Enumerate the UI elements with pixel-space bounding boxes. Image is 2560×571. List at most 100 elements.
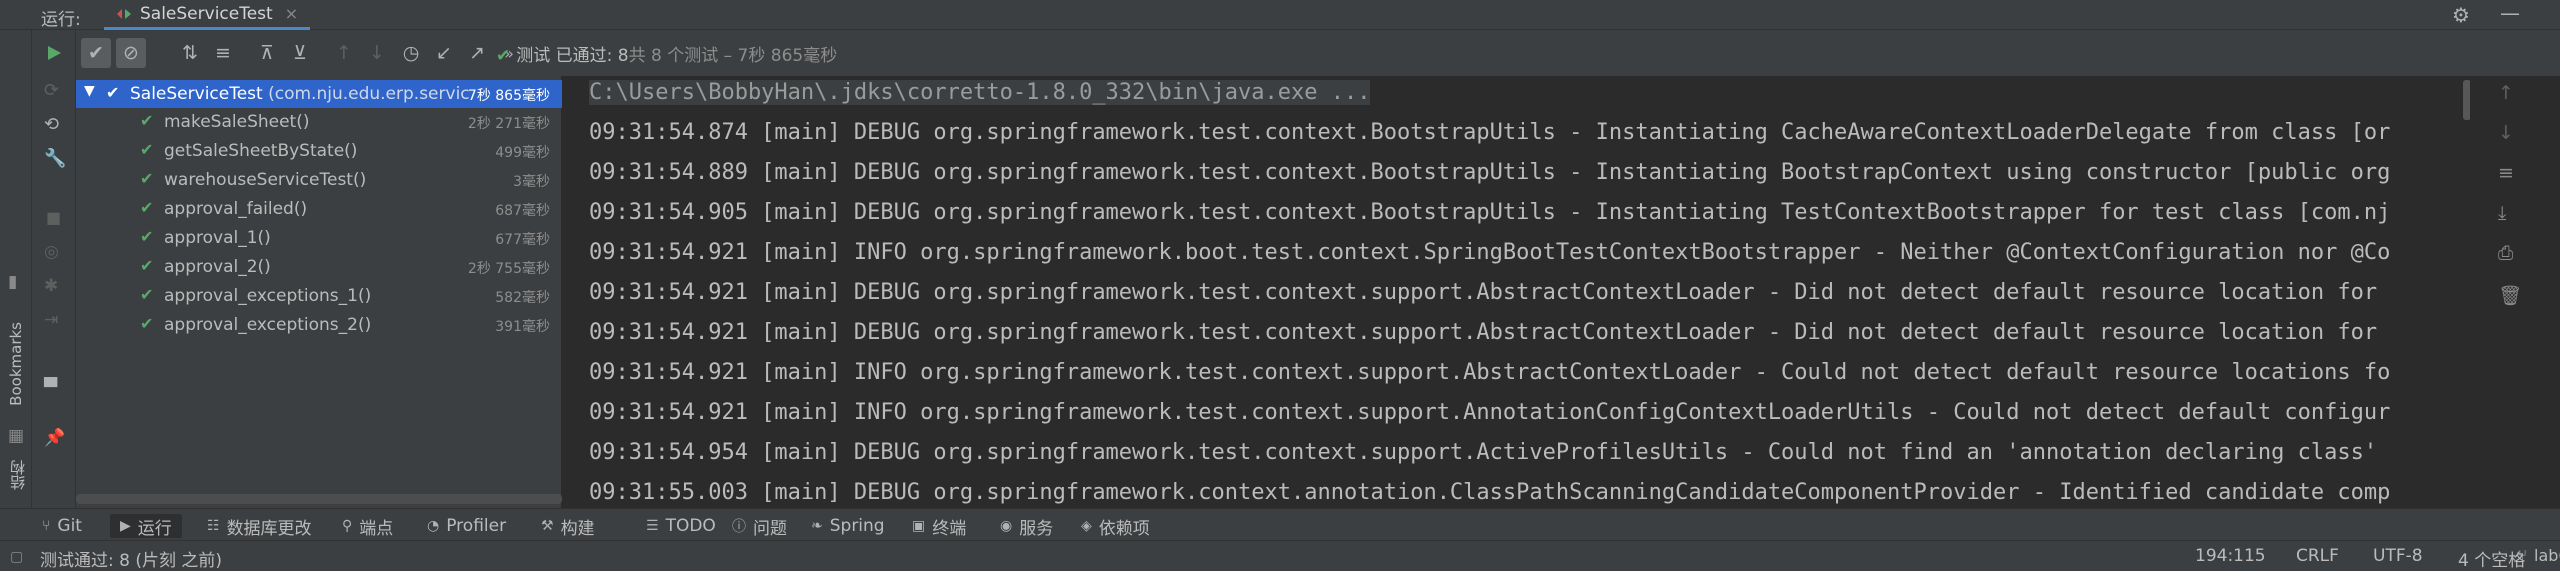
tree-item-row[interactable]: ✔ warehouseServiceTest() 3毫秒 <box>76 166 562 194</box>
tool-build-label: 构建 <box>560 518 595 539</box>
test-name: approval_1() <box>164 228 271 248</box>
console-output[interactable]: C:\Users\BobbyHan\.jdks\corretto-1.8.0_3… <box>563 76 2470 508</box>
passed-check-icon: ✔ <box>140 111 154 130</box>
tool-dependencies[interactable]: ◈ 依赖项 <box>1081 514 1150 539</box>
indent-setting[interactable]: 4 个空格 <box>2458 546 2525 571</box>
collapse-all-icon[interactable]: ⊻ <box>285 38 315 68</box>
structure-tab[interactable]: 结构 <box>7 460 28 490</box>
tool-todo[interactable]: ☰ TODO <box>646 514 716 538</box>
test-name: approval_2() <box>164 257 271 277</box>
tree-item-row[interactable]: ✔ getSaleSheetByState() 499毫秒 <box>76 137 562 165</box>
tool-problems[interactable]: ⓘ 问题 <box>732 514 787 539</box>
wrench-icon[interactable]: 🔧 <box>44 148 66 169</box>
tree-item-row[interactable]: ✔ approval_exceptions_2() 391毫秒 <box>76 311 562 339</box>
tool-endpoints[interactable]: ⚲ 端点 <box>342 514 393 539</box>
java-command-line[interactable]: C:\Users\BobbyHan\.jdks\corretto-1.8.0_3… <box>589 80 1371 105</box>
rerun-failed-icon[interactable]: ⟳ <box>44 80 59 101</box>
tool-problems-label: 问题 <box>753 518 787 539</box>
layout-icon[interactable]: ▀ <box>44 378 57 398</box>
tool-db-changes-label: 数据库更改 <box>226 518 312 539</box>
minimize-icon[interactable]: — <box>2500 1 2520 25</box>
tree-root-row[interactable]: ▼ ✔ SaleServiceTest (com.nju.edu.erp.ser… <box>76 80 562 108</box>
bookmark-icon[interactable]: ▮ <box>8 272 17 292</box>
tool-run-label: 运行 <box>137 518 172 539</box>
test-name: warehouseServiceTest() <box>164 170 367 190</box>
import-tests-icon[interactable]: ↙ <box>429 38 459 68</box>
camera-icon[interactable]: ◎ <box>44 242 59 262</box>
test-time: 499毫秒 <box>495 145 550 161</box>
console-line: 09:31:55.003 [main] DEBUG org.springfram… <box>589 480 2391 505</box>
tool-terminal-label: 终端 <box>932 518 967 539</box>
junit-run-icon <box>117 8 131 19</box>
console-actions-column: ↑ ↓ ≡ ⤓ ⎙ 🗑 <box>2470 76 2560 508</box>
tool-build[interactable]: ⚒ 构建 <box>541 514 595 539</box>
soft-wrap-icon[interactable]: ≡ <box>2498 162 2514 184</box>
passed-check-icon: ✔ <box>140 140 154 159</box>
passed-check-icon: ✔ <box>140 256 154 275</box>
tab-sale-service-test[interactable]: SaleServiceTest × <box>104 0 311 30</box>
tree-item-row[interactable]: ✔ approval_failed() 687毫秒 <box>76 195 562 223</box>
caret-position[interactable]: 194:115 <box>2195 546 2266 566</box>
tool-todo-label: TODO <box>665 516 716 536</box>
test-time: 391毫秒 <box>495 319 550 335</box>
run-tool-window-header: 运行: SaleServiceTest × ⚙ — <box>0 0 2560 30</box>
stop-icon[interactable]: ■ <box>46 208 61 227</box>
show-passed-icon[interactable]: ✔ <box>81 38 111 68</box>
passed-check-icon: ✔ <box>140 314 154 333</box>
pin-icon[interactable]: 📌 <box>44 428 65 448</box>
test-time: 3毫秒 <box>513 174 550 190</box>
rerun-icon[interactable] <box>45 44 63 62</box>
file-encoding[interactable]: UTF-8 <box>2373 546 2423 566</box>
arrow-up-icon[interactable]: ↑ <box>2498 82 2514 104</box>
expand-all-icon[interactable]: ⊼ <box>252 38 282 68</box>
gear-icon[interactable]: ⚙ <box>2452 3 2470 27</box>
tool-spring[interactable]: ❧ Spring <box>811 514 885 538</box>
passed-check-icon: ✔ <box>140 285 154 304</box>
tool-spring-label: Spring <box>829 516 885 536</box>
scroll-to-end-icon[interactable]: ⤓ <box>2498 202 2506 224</box>
tool-run[interactable]: ▶ 运行 <box>110 514 182 539</box>
tree-item-row[interactable]: ✔ approval_1() 677毫秒 <box>76 224 562 252</box>
show-ignored-icon[interactable]: ⊘ <box>116 38 146 68</box>
structure-icon[interactable]: ▦ <box>8 426 24 446</box>
test-name: approval_exceptions_2() <box>164 315 372 335</box>
bookmarks-tab[interactable]: Bookmarks <box>7 322 25 406</box>
git-branch[interactable]: lab6 <box>2534 546 2560 565</box>
test-name: approval_failed() <box>164 199 308 219</box>
chevron-down-icon[interactable]: ▼ <box>84 83 95 99</box>
tree-item-row[interactable]: ✔ makeSaleSheet() 2秒 271毫秒 <box>76 108 562 136</box>
tool-terminal[interactable]: ▣ 终端 <box>912 514 967 539</box>
dependencies-icon: ◈ <box>1081 518 1092 534</box>
toggle-auto-test-icon[interactable]: ⟲ <box>44 114 59 135</box>
line-separator[interactable]: CRLF <box>2296 546 2339 566</box>
test-history-icon[interactable]: ◷ <box>396 38 426 68</box>
tree-item-row[interactable]: ✔ approval_2() 2秒 755毫秒 <box>76 253 562 281</box>
sort-by-duration-icon[interactable]: ≡ <box>208 38 238 68</box>
problems-icon: ⓘ <box>732 519 746 535</box>
test-name: getSaleSheetByState() <box>164 141 358 161</box>
console-scrollbar[interactable] <box>2463 80 2470 120</box>
console-line: 09:31:54.921 [main] DEBUG org.springfram… <box>589 320 2378 345</box>
tree-horizontal-scrollbar[interactable] <box>76 494 562 504</box>
tool-git[interactable]: ⑂ Git <box>42 514 82 538</box>
export-tests-icon[interactable]: ↗ <box>462 38 492 68</box>
git-branch-icon: ⑂ <box>2518 546 2528 564</box>
close-icon[interactable]: × <box>285 4 298 23</box>
exit-icon[interactable]: ⇥ <box>44 310 58 330</box>
status-message[interactable]: 测试通过: 8 (片刻 之前) <box>40 546 222 571</box>
tool-profiler-label: Profiler <box>446 516 507 536</box>
arrow-down-icon[interactable]: ↓ <box>2498 122 2514 144</box>
next-failed-icon[interactable]: ↓ <box>362 38 392 68</box>
tool-profiler[interactable]: ◔ Profiler <box>427 514 506 538</box>
tool-db-changes[interactable]: ☷ 数据库更改 <box>207 514 312 539</box>
left-tool-rail: Bookmarks ▮ 结构 ▦ <box>0 30 32 508</box>
debug-icon[interactable]: ✱ <box>44 276 58 296</box>
sort-alphabetically-icon[interactable]: ⇅ <box>175 38 205 68</box>
print-icon[interactable]: ⎙ <box>2498 242 2513 264</box>
tool-services-label: 服务 <box>1019 518 1054 539</box>
tool-services[interactable]: ◉ 服务 <box>1000 514 1054 539</box>
tree-item-row[interactable]: ✔ approval_exceptions_1() 582毫秒 <box>76 282 562 310</box>
test-time: 2秒 271毫秒 <box>467 116 550 132</box>
previous-failed-icon[interactable]: ↑ <box>329 38 359 68</box>
trash-icon[interactable]: 🗑 <box>2498 284 2522 307</box>
